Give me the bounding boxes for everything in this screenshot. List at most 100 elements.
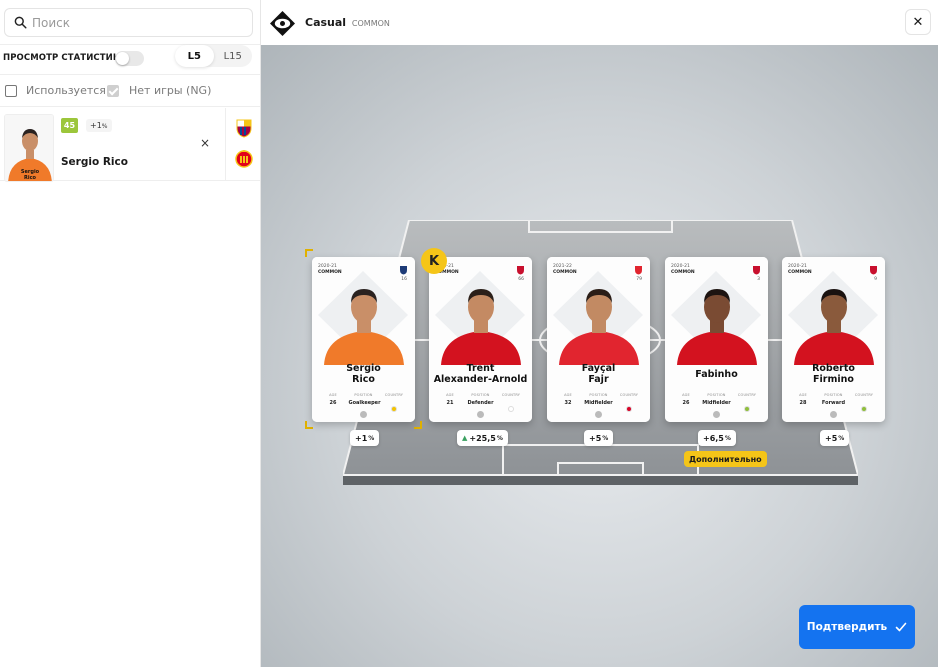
position-label: POSITION xyxy=(589,393,608,397)
card-name-line2: Rico xyxy=(352,374,375,385)
age-label: AGE xyxy=(682,393,690,397)
lineup-card-goalkeeper[interactable]: 2020-21 COMMON 16 Sergio Rico AGE 26 POSIT… xyxy=(312,257,415,422)
lineup-card-midfielder-2[interactable]: 2020-21 COMMON 3 Fabinho AGE 26 POSITION Mi… xyxy=(665,257,768,422)
bonus-value: +25,5 xyxy=(469,433,496,443)
bonus-chip-mid-2: +6,5% xyxy=(698,430,736,446)
country-flag-icon xyxy=(744,406,750,412)
bonus-chip-gk: +1% xyxy=(350,430,380,446)
card-number: 3 xyxy=(757,277,760,282)
position-label: POSITION xyxy=(354,393,373,397)
card-name-line2: Alexander-Arnold xyxy=(433,374,528,385)
search-box[interactable] xyxy=(4,8,253,37)
player-list-item[interactable]: Sergio Rico 45 +1% Sergio Rico × xyxy=(0,108,260,182)
bonus-unit: % xyxy=(838,434,845,442)
lineup-card-defender[interactable]: 2020-21COMMON 66 Trent Alexander-Arnold … xyxy=(429,257,532,422)
player-portrait-icon xyxy=(794,289,874,365)
club-column xyxy=(225,108,260,181)
age-value: 28 xyxy=(799,400,807,406)
bonus-unit: % xyxy=(368,434,375,442)
captain-frame-corner-bl xyxy=(305,421,313,429)
card-name-line2: Firmino xyxy=(813,374,854,385)
tab-l15[interactable]: L15 xyxy=(214,45,253,67)
competition-rarity: COMMON xyxy=(351,19,390,28)
no-game-checkbox[interactable] xyxy=(107,85,119,97)
country-label: COUNTRY xyxy=(854,393,874,397)
lineup-editor: ПРОСМОТР СТАТИСТИКИ L5 L15 Используется … xyxy=(0,0,938,667)
player-picker-panel: ПРОСМОТР СТАТИСТИКИ L5 L15 Используется … xyxy=(0,0,261,667)
card-player-name: Trent Alexander-Arnold xyxy=(429,363,532,385)
ball-icon xyxy=(360,411,367,418)
player-portrait-icon xyxy=(441,289,521,365)
close-icon: ✕ xyxy=(912,14,924,30)
card-name-line1: Trent xyxy=(466,363,495,374)
age-label: AGE xyxy=(564,393,572,397)
card-name-line2: Fajr xyxy=(588,374,609,385)
lineup-card-midfielder[interactable]: 2021-22 COMMON 79 Fayçal Fajr AGE 32 POSIT… xyxy=(547,257,650,422)
position-label: POSITION xyxy=(471,393,490,397)
toggle-knob xyxy=(116,52,129,65)
bonus-chip-def: ▲ +25,5% xyxy=(457,430,508,446)
close-button[interactable]: ✕ xyxy=(905,9,931,35)
player-portrait-icon: Sergio Rico xyxy=(5,115,53,181)
card-player-name: Fabinho xyxy=(665,369,768,380)
player-portrait-icon xyxy=(559,289,639,365)
bonus-value: +1 xyxy=(90,121,102,130)
bonus-value: +5 xyxy=(589,433,602,443)
card-name-line1: Roberto xyxy=(812,363,855,374)
bonus-unit: % xyxy=(496,434,503,442)
casual-league-logo-icon xyxy=(270,11,295,36)
in-use-checkbox[interactable] xyxy=(5,85,17,97)
lineup-card-forward[interactable]: 2020-21 COMMON 9 Roberto Firmino AGE 28 PO… xyxy=(782,257,885,422)
card-name-line1: Sergio xyxy=(346,363,381,374)
search-input[interactable] xyxy=(32,15,232,30)
bonus-value: +6,5 xyxy=(703,433,724,443)
period-switch: L5 L15 xyxy=(175,45,252,67)
bonus-unit: % xyxy=(602,434,609,442)
player-name: Sergio Rico xyxy=(61,156,128,168)
age-value: 21 xyxy=(446,400,454,406)
player-portrait-icon xyxy=(324,289,404,365)
score-badge: 45 xyxy=(61,118,78,133)
player-mini-card[interactable]: Sergio Rico xyxy=(4,114,54,182)
player-portrait-icon xyxy=(677,289,757,365)
position-value: Forward xyxy=(821,400,846,406)
position-value: Goalkeeper xyxy=(348,400,381,406)
card-player-name: Sergio Rico xyxy=(312,363,415,385)
captain-frame-corner-tl xyxy=(305,249,313,257)
position-value: Midfielder xyxy=(584,400,613,406)
tab-l5[interactable]: L5 xyxy=(175,45,214,67)
bonus-value: +5 xyxy=(825,433,838,443)
barcelona-crest-icon xyxy=(236,119,252,138)
confirm-label: Подтвердить xyxy=(806,621,888,633)
captain-frame-corner-br xyxy=(414,421,422,429)
card-number: 9 xyxy=(874,277,877,282)
country-label: COUNTRY xyxy=(384,393,404,397)
filters-row: Используется Нет игры (NG) xyxy=(0,74,260,107)
card-name-line1: Fayçal xyxy=(581,363,616,374)
age-label: AGE xyxy=(799,393,807,397)
position-value: Midfielder xyxy=(702,400,731,406)
in-use-label: Используется xyxy=(26,84,106,97)
bonus-unit: % xyxy=(101,123,108,130)
confirm-button[interactable]: Подтвердить xyxy=(799,605,915,649)
trend-up-icon: ▲ xyxy=(462,434,468,442)
lineup-field-area: 2020-21 COMMON 16 Sergio Rico AGE 26 POSIT… xyxy=(261,45,938,667)
search-icon xyxy=(14,16,27,29)
bonus-value: +1 xyxy=(355,433,368,443)
captain-badge[interactable]: K xyxy=(421,248,447,274)
age-label: AGE xyxy=(446,393,454,397)
country-flag-icon xyxy=(626,406,632,412)
ball-icon xyxy=(830,411,837,418)
bonus-chip: +1% xyxy=(86,119,112,132)
card-player-name: Roberto Firmino xyxy=(782,363,885,385)
card-name-line1: Fabinho xyxy=(695,369,738,380)
page-title: Casual COMMON xyxy=(305,16,390,29)
remove-player-button[interactable]: × xyxy=(200,136,210,150)
bonus-unit: % xyxy=(724,434,731,442)
editor-header: Casual COMMON ✕ xyxy=(261,0,938,45)
country-flag-icon xyxy=(391,406,397,412)
position-label: POSITION xyxy=(824,393,843,397)
age-label: AGE xyxy=(329,393,337,397)
stats-view-toggle[interactable] xyxy=(115,51,144,66)
stats-view-label: ПРОСМОТР СТАТИСТИКИ xyxy=(3,53,128,63)
